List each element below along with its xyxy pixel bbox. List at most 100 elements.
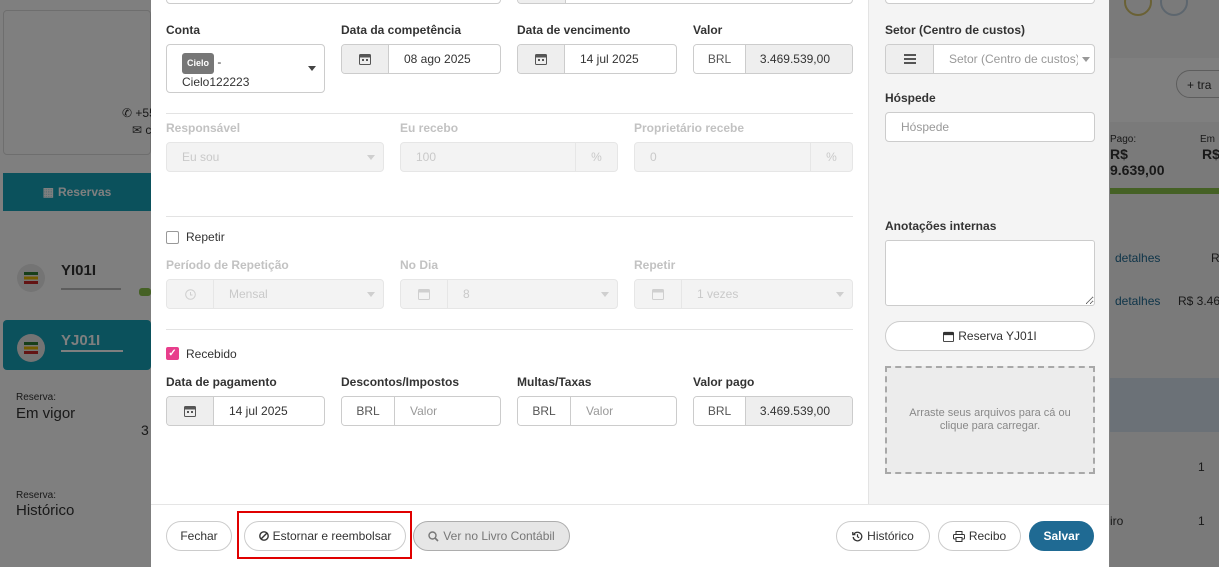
form-sidebar: Setor (Centro de custos) Setor (Centro d…: [868, 0, 1109, 504]
competencia-label: Data da competência: [341, 23, 462, 37]
history-button[interactable]: Histórico: [836, 521, 930, 551]
vencimento-label: Data de vencimento: [517, 23, 631, 37]
multas-currency: BRL: [518, 397, 571, 425]
category-input[interactable]: [517, 0, 853, 4]
competencia-value: 08 ago 2025: [404, 52, 471, 66]
addon: [518, 0, 566, 3]
valor-pago-currency: BRL: [694, 397, 746, 425]
cut-off-input[interactable]: [885, 0, 1095, 4]
setor-label: Setor (Centro de custos): [885, 23, 1026, 37]
valor-pago-label: Valor pago: [693, 375, 755, 389]
hospede-placeholder: Hóspede: [901, 120, 950, 134]
repetir-vezes-value: 1 vezes: [697, 287, 739, 301]
multas-input[interactable]: BRL Valor: [517, 396, 677, 426]
calendar-icon: [342, 45, 389, 73]
hospede-label: Hóspede: [885, 91, 936, 105]
vencimento-value: 14 jul 2025: [580, 52, 639, 66]
history-icon: [852, 531, 863, 542]
chevron-down-icon: [828, 280, 852, 308]
descontos-currency: BRL: [342, 397, 395, 425]
multas-label: Multas/Taxas: [517, 375, 592, 389]
valor-value: 3.469.539,00: [746, 45, 852, 73]
conta-badge: Cielo: [182, 53, 215, 74]
setor-placeholder: Setor (Centro de custos): [949, 52, 1078, 66]
proprietario-label: Proprietário recebe: [634, 121, 745, 135]
descontos-input[interactable]: BRL Valor: [341, 396, 501, 426]
periodo-select[interactable]: Mensal: [166, 279, 384, 309]
calendar-icon: [635, 280, 682, 308]
percent-suffix: %: [810, 143, 852, 171]
description-input[interactable]: [166, 0, 501, 4]
reserva-link-label: Reserva YJ01I: [958, 329, 1037, 343]
repetir-checkbox[interactable]: [166, 231, 179, 244]
reserva-link-button[interactable]: Reserva YJ01I: [885, 321, 1095, 351]
search-icon: [428, 530, 439, 542]
save-button-label: Salvar: [1043, 529, 1080, 543]
conta-separator: -: [217, 55, 222, 69]
clock-icon: [167, 280, 214, 308]
chevron-down-icon: [300, 45, 324, 92]
chevron-down-icon: [1078, 45, 1094, 73]
ledger-button[interactable]: Ver no Livro Contábil: [413, 521, 570, 551]
anotacoes-textarea[interactable]: [885, 240, 1095, 306]
chevron-down-icon: [593, 280, 617, 308]
list-icon: [886, 45, 934, 73]
no-dia-select[interactable]: 8: [400, 279, 618, 309]
divider: [166, 216, 853, 217]
valor-input[interactable]: BRL 3.469.539,00: [693, 44, 853, 74]
responsavel-value: Eu sou: [182, 150, 220, 164]
calendar-icon: [401, 280, 448, 308]
eu-recebo-input[interactable]: 100 %: [400, 142, 618, 172]
responsavel-label: Responsável: [166, 121, 241, 135]
repetir-vezes-select[interactable]: 1 vezes: [634, 279, 853, 309]
dropzone-text: Arraste seus arquivos para cá ou clique …: [909, 407, 1071, 432]
setor-select[interactable]: Setor (Centro de custos): [885, 44, 1095, 74]
repetir-vezes-label: Repetir: [634, 258, 676, 272]
refund-button-label: Estornar e reembolsar: [272, 529, 392, 543]
anotacoes-label: Anotações internas: [885, 219, 997, 233]
divider: [166, 113, 853, 114]
conta-select[interactable]: Cielo - Cielo122223: [166, 44, 325, 93]
responsavel-select[interactable]: Eu sou: [166, 142, 384, 172]
conta-name: Cielo122223: [182, 75, 250, 89]
pagamento-label: Data de pagamento: [166, 375, 277, 389]
valor-label: Valor: [693, 23, 723, 37]
conta-label: Conta: [166, 23, 200, 37]
proprietario-input[interactable]: 0 %: [634, 142, 853, 172]
descontos-placeholder: Valor: [410, 404, 438, 418]
ban-icon: [258, 531, 269, 541]
file-dropzone[interactable]: Arraste seus arquivos para cá ou clique …: [885, 366, 1095, 474]
save-button[interactable]: Salvar: [1029, 521, 1094, 551]
eu-recebo-label: Eu recebo: [400, 121, 459, 135]
ledger-button-label: Ver no Livro Contábil: [443, 529, 555, 543]
recebido-checkbox[interactable]: ✓: [166, 347, 179, 360]
percent-suffix: %: [575, 143, 617, 171]
receipt-button[interactable]: Recibo: [938, 521, 1021, 551]
receipt-button-label: Recibo: [968, 529, 1007, 543]
refund-button[interactable]: Estornar e reembolsar: [244, 521, 406, 551]
no-dia-value: 8: [463, 287, 470, 301]
periodo-value: Mensal: [229, 287, 268, 301]
close-button[interactable]: Fechar: [166, 521, 232, 551]
valor-pago-input[interactable]: BRL 3.469.539,00: [693, 396, 853, 426]
proprietario-value: 0: [650, 150, 657, 164]
pagamento-value: 14 jul 2025: [229, 404, 288, 418]
competencia-date-input[interactable]: 08 ago 2025: [341, 44, 501, 74]
valor-currency: BRL: [694, 45, 746, 73]
vencimento-date-input[interactable]: 14 jul 2025: [517, 44, 677, 74]
conta-value: Cielo - Cielo122223: [167, 45, 300, 92]
divider: [166, 329, 853, 330]
hospede-input[interactable]: Hóspede: [885, 112, 1095, 142]
transaction-modal: Conta Cielo - Cielo122223 Data da compet…: [151, 0, 1109, 567]
descontos-label: Descontos/Impostos: [341, 375, 460, 389]
close-button-label: Fechar: [180, 529, 218, 543]
no-dia-label: No Dia: [400, 258, 439, 272]
modal-footer: Fechar Estornar e reembolsar Ver no Livr…: [151, 504, 1109, 567]
valor-pago-value: 3.469.539,00: [746, 397, 852, 425]
periodo-label: Período de Repetição: [166, 258, 289, 272]
recebido-label: Recebido: [186, 347, 237, 361]
calendar-icon: [943, 331, 955, 342]
repetir-label: Repetir: [186, 230, 225, 244]
pagamento-date-input[interactable]: 14 jul 2025: [166, 396, 325, 426]
print-icon: [952, 530, 965, 542]
